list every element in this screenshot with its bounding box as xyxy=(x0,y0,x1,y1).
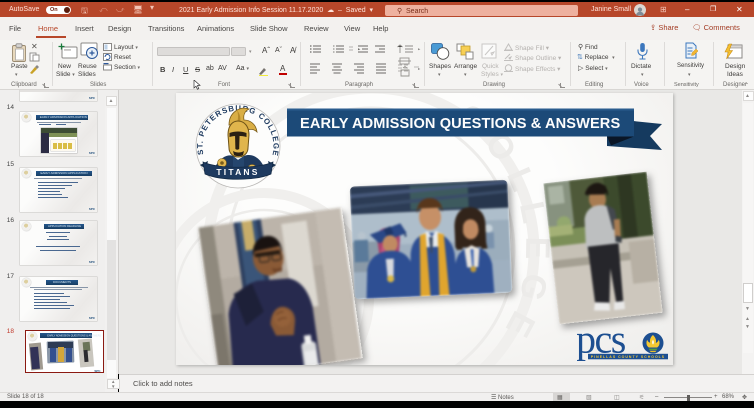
svg-text:TITANS: TITANS xyxy=(216,167,259,177)
svg-text:PINELLAS COUNTY SCHOOLS: PINELLAS COUNTY SCHOOLS xyxy=(591,355,665,359)
svg-text:EARLY ADMISSION QUESTIONS & AN: EARLY ADMISSION QUESTIONS & ANSWERS xyxy=(300,116,620,132)
